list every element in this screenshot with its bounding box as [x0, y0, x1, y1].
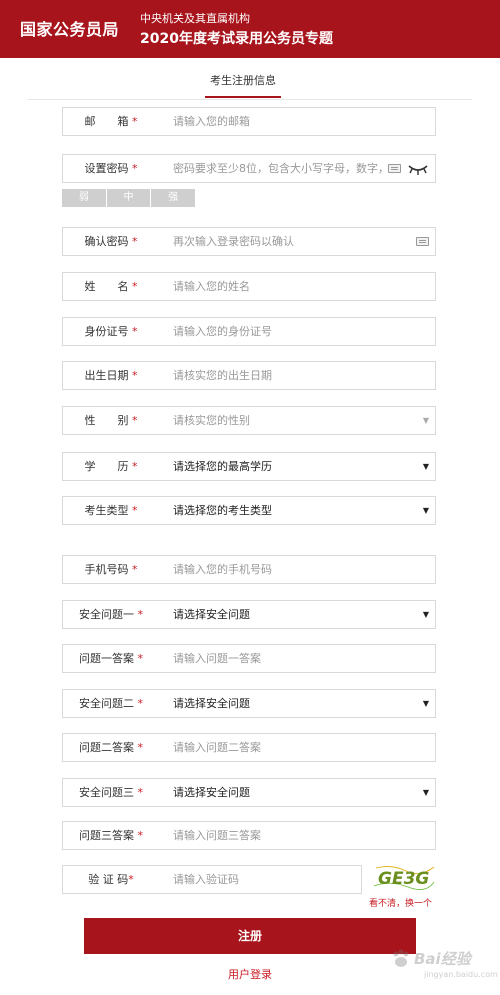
email-field-row: 邮 箱 * 请输入您的邮箱	[62, 107, 436, 136]
id-number-input[interactable]: 请输入您的身份证号	[173, 318, 428, 345]
dropdown-arrow-icon[interactable]: ▼	[423, 779, 429, 806]
site-header: 国家公务员局 中央机关及其直属机构 2020年度考试录用公务员专题	[0, 0, 500, 58]
answer-2-row: 问题二答案 * 请输入问题二答案	[62, 733, 436, 762]
dropdown-arrow-icon[interactable]: ▼	[423, 690, 429, 717]
education-label: 学 历 *	[84, 460, 138, 473]
required-mark: *	[132, 325, 138, 338]
birth-date-field-row: 出生日期 * 请核实您的出生日期	[62, 361, 436, 390]
birth-date-label: 出生日期 *	[84, 369, 138, 382]
required-mark: *	[137, 652, 144, 665]
security-question-1-select[interactable]: 请选择安全问题	[173, 601, 413, 628]
watermark-text: Bai经验	[414, 950, 471, 968]
required-mark: *	[137, 829, 144, 842]
keyboard-icon[interactable]	[388, 164, 401, 173]
required-mark: *	[132, 563, 138, 576]
name-label: 姓 名 *	[84, 280, 138, 293]
email-label: 邮 箱 *	[84, 115, 138, 128]
password-input[interactable]: 密码要求至少8位，包含大小写字母，数字，字符	[173, 155, 387, 182]
education-field-row: 学 历 * 请选择您的最高学历 ▼	[62, 452, 436, 481]
security-question-3-row: 安全问题三 * 请选择安全问题 ▼	[62, 778, 436, 807]
gender-field-row: 性 别 * 请核实您的性别 ▼	[62, 406, 436, 435]
answer-3-row: 问题三答案 * 请输入问题三答案	[62, 821, 436, 850]
captcha-image[interactable]: GE3G	[372, 862, 436, 892]
candidate-type-label: 考生类型 *	[84, 504, 138, 517]
captcha-field-row: 验 证 码* 请输入验证码	[62, 865, 362, 894]
required-mark: *	[132, 162, 138, 175]
answer-2-label: 问题二答案 *	[79, 741, 144, 754]
id-number-label: 身份证号 *	[84, 325, 138, 338]
answer-2-input[interactable]: 请输入问题二答案	[173, 734, 428, 761]
security-question-2-row: 安全问题二 * 请选择安全问题 ▼	[62, 689, 436, 718]
dropdown-arrow-icon[interactable]: ▼	[423, 453, 429, 480]
security-question-2-label: 安全问题二 *	[79, 697, 144, 710]
strength-weak: 弱	[62, 189, 106, 207]
name-input[interactable]: 请输入您的姓名	[173, 273, 428, 300]
answer-3-label: 问题三答案 *	[79, 829, 144, 842]
email-input[interactable]: 请输入您的邮箱	[173, 108, 428, 135]
dropdown-arrow-icon[interactable]: ▼	[423, 497, 429, 524]
tab-divider	[28, 99, 472, 100]
header-subtitle-org: 中央机关及其直属机构	[140, 12, 250, 25]
strength-medium: 中	[106, 189, 151, 207]
security-question-1-label: 安全问题一 *	[79, 608, 144, 621]
confirm-password-input[interactable]: 再次输入登录密码以确认	[173, 228, 403, 255]
education-select[interactable]: 请选择您的最高学历	[173, 453, 413, 480]
confirm-password-label: 确认密码 *	[84, 235, 138, 248]
candidate-type-select[interactable]: 请选择您的考生类型	[173, 497, 413, 524]
password-label: 设置密码 *	[84, 162, 138, 175]
captcha-text: GE3G	[378, 869, 429, 889]
strength-strong: 强	[151, 189, 196, 207]
answer-1-input[interactable]: 请输入问题一答案	[173, 645, 428, 672]
paw-icon	[393, 949, 409, 967]
answer-3-input[interactable]: 请输入问题三答案	[173, 822, 428, 849]
watermark-url: jingyan.baidu.com	[424, 970, 498, 979]
required-mark: *	[132, 369, 138, 382]
required-mark: *	[137, 786, 144, 799]
name-field-row: 姓 名 * 请输入您的姓名	[62, 272, 436, 301]
gender-label: 性 别 *	[84, 414, 138, 427]
security-question-2-select[interactable]: 请选择安全问题	[173, 690, 413, 717]
keyboard-icon[interactable]	[416, 237, 429, 246]
captcha-input[interactable]: 请输入验证码	[173, 866, 353, 893]
tab-bar: 考生注册信息	[0, 58, 500, 100]
answer-1-label: 问题一答案 *	[79, 652, 144, 665]
dropdown-arrow-icon[interactable]: ▼	[423, 407, 429, 434]
answer-1-row: 问题一答案 * 请输入问题一答案	[62, 644, 436, 673]
password-field-row: 设置密码 * 密码要求至少8位，包含大小写字母，数字，字符	[62, 154, 436, 183]
site-brand[interactable]: 国家公务员局	[20, 16, 119, 40]
birth-date-input[interactable]: 请核实您的出生日期	[173, 362, 428, 389]
required-mark: *	[132, 280, 138, 293]
security-question-3-label: 安全问题三 *	[79, 786, 144, 799]
gender-select[interactable]: 请核实您的性别	[173, 407, 413, 434]
required-mark: *	[137, 697, 144, 710]
password-strength-meter: 弱 中 强	[62, 189, 196, 207]
phone-field-row: 手机号码 * 请输入您的手机号码	[62, 555, 436, 584]
watermark: Bai经验 jingyan.baidu.com	[384, 946, 498, 986]
phone-label: 手机号码 *	[84, 563, 138, 576]
register-button[interactable]: 注册	[84, 918, 416, 954]
security-question-1-row: 安全问题一 * 请选择安全问题 ▼	[62, 600, 436, 629]
tab-registration-info[interactable]: 考生注册信息	[205, 72, 281, 98]
confirm-password-field-row: 确认密码 * 再次输入登录密码以确认	[62, 227, 436, 256]
id-number-field-row: 身份证号 * 请输入您的身份证号	[62, 317, 436, 346]
phone-input[interactable]: 请输入您的手机号码	[173, 556, 428, 583]
required-mark: *	[137, 608, 144, 621]
required-mark: *	[128, 873, 134, 886]
required-mark: *	[132, 235, 138, 248]
header-subtitle-title: 2020年度考试录用公务员专题	[140, 31, 333, 47]
required-mark: *	[132, 414, 138, 427]
candidate-type-field-row: 考生类型 * 请选择您的考生类型 ▼	[62, 496, 436, 525]
required-mark: *	[132, 460, 138, 473]
captcha-label: 验 证 码*	[88, 873, 134, 886]
dropdown-arrow-icon[interactable]: ▼	[423, 601, 429, 628]
required-mark: *	[137, 741, 144, 754]
required-mark: *	[132, 504, 138, 517]
required-mark: *	[132, 115, 138, 128]
security-question-3-select[interactable]: 请选择安全问题	[173, 779, 413, 806]
eye-closed-icon[interactable]	[407, 162, 429, 176]
captcha-refresh-link[interactable]: 看不清，换一个	[369, 896, 432, 909]
